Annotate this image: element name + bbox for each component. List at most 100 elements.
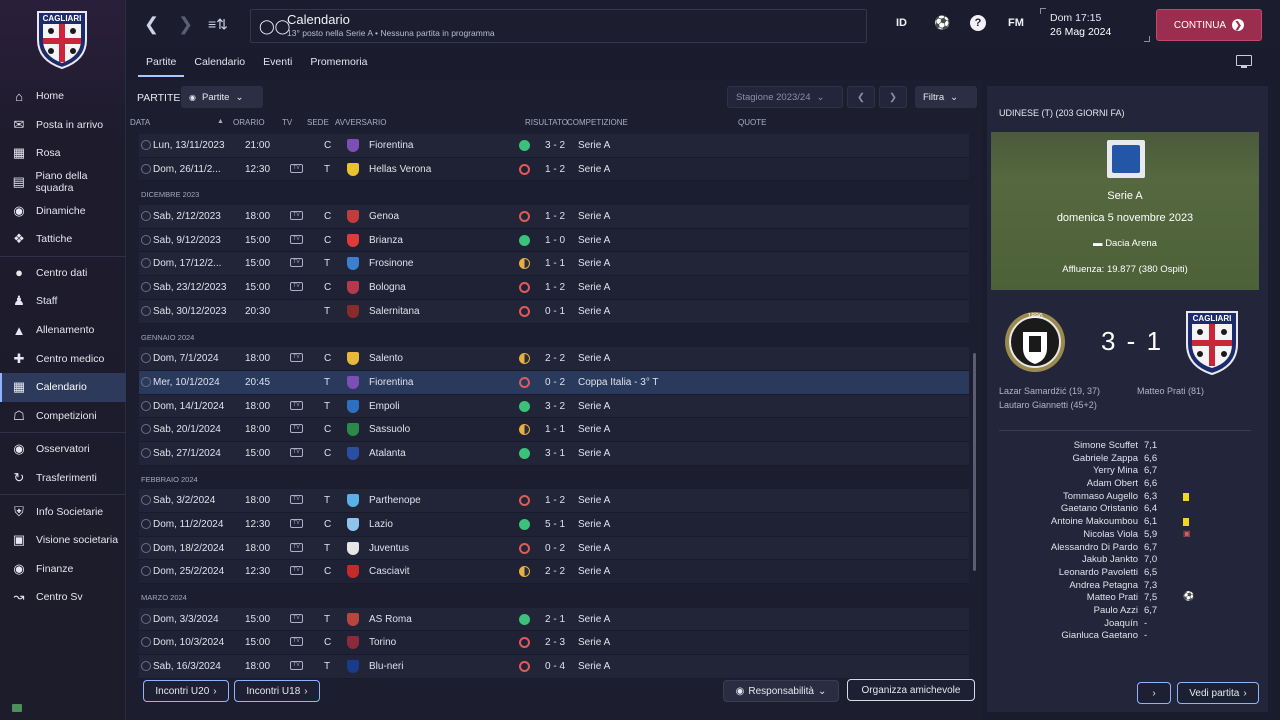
opponent-name[interactable]: Blu-neri [369,661,403,672]
col-tv[interactable]: TV [282,118,292,127]
player-row[interactable]: Antoine Makoumbou 6,1 [987,516,1268,529]
season-dropdown[interactable]: Stagione 2023/24 ⌄ [727,86,843,108]
select-check-icon[interactable] [141,566,151,577]
fixture-row[interactable]: Dom, 11/2/2024 12:30 TV C Lazio 5 - 1 Serie A [139,513,969,537]
back-icon[interactable]: ❮ [144,14,159,35]
opponent-name[interactable]: Salernitana [369,306,420,317]
opponent-name[interactable]: Hellas Verona [369,164,431,175]
fixture-row[interactable]: Dom, 17/12/2... 15:00 TV T Frosinone 1 - 1 Ser… [139,252,969,277]
opponent-name[interactable]: Genoa [369,211,399,222]
filter-dropdown[interactable]: Filtra ⌄ [915,86,977,108]
player-row[interactable]: Gaetano Oristanio 6,4 [987,503,1268,516]
select-check-icon[interactable] [141,542,151,553]
select-check-icon[interactable] [141,424,151,435]
sidebar-item-dinamiche[interactable]: ◉ Dinamiche [0,196,126,225]
sidebar-item-info-societarie[interactable]: ⛨ Info Societarie [0,497,126,526]
sidebar-item-trasferimenti[interactable]: ↻ Trasferimenti [0,464,126,493]
select-check-icon[interactable] [141,613,151,624]
sidebar-item-centro-medico[interactable]: ✚ Centro medico [0,344,126,373]
fixture-row[interactable]: Sab, 30/12/2023 20:30 T Salernitana 0 - 1 Ser… [139,299,969,324]
fixture-row[interactable]: Dom, 7/1/2024 18:00 TV C Salento 2 - 2 Serie A [139,347,969,371]
fixture-row[interactable]: Lun, 13/11/2023 21:00 C Fiorentina 3 - 2 Seri… [139,134,969,158]
sidebar-item-staff[interactable]: ♟ Staff [0,287,126,316]
sidebar-item-piano-della-squadra[interactable]: ▤ Piano della squadra [0,168,126,197]
next-season-button[interactable]: ❯ [879,86,907,108]
player-row[interactable]: Simone Scuffet 7,1 [987,440,1268,453]
player-row[interactable]: Matteo Prati 7,5 ⚽ [987,591,1268,605]
select-check-icon[interactable] [141,258,151,269]
col-sede[interactable]: SEDE [307,118,329,127]
select-check-icon[interactable] [141,400,151,411]
player-row[interactable]: Nicolas Viola 5,9 ▣ [987,529,1268,542]
player-row[interactable]: Jakub Jankto 7,0 [987,554,1268,567]
fixture-row[interactable]: Dom, 10/3/2024 15:00 TV C Torino 2 - 3 Serie A [139,631,969,656]
fm-button[interactable]: FM [1008,17,1024,29]
select-check-icon[interactable] [141,637,151,648]
monitor-icon[interactable] [1236,55,1252,68]
opponent-name[interactable]: Lazio [369,519,393,530]
continue-button[interactable]: CONTINUA ❯ [1156,9,1262,41]
select-check-icon[interactable] [141,661,151,672]
fixture-row[interactable]: Dom, 14/1/2024 18:00 TV T Empoli 3 - 2 Serie A [139,394,969,419]
col-competizione[interactable]: COMPETIZIONE [567,118,628,127]
club-logo[interactable]: CAGLIARI [34,6,90,70]
opponent-name[interactable]: Atalanta [369,448,406,459]
tab-promemoria[interactable]: Promemoria [302,52,375,74]
opponent-name[interactable]: Torino [369,637,396,648]
player-row[interactable]: Yerry Mina 6,7 [987,465,1268,478]
u18-button[interactable]: Incontri U18 › [234,680,320,702]
sidebar-item-visione-societaria[interactable]: ▣ Visione societaria [0,526,126,555]
col-orario[interactable]: ORARIO [233,118,265,127]
menu-sort-icon[interactable]: ≡⇅ [208,16,228,33]
opponent-name[interactable]: Bologna [369,282,406,293]
player-row[interactable]: Gianluca Gaetano - [987,630,1268,643]
fixture-row[interactable]: Sab, 23/12/2023 15:00 TV C Bologna 1 - 2 Serie… [139,276,969,300]
col-risultato[interactable]: RISULTATO [525,118,568,127]
select-check-icon[interactable] [141,140,151,150]
fixture-row[interactable]: Sab, 27/1/2024 15:00 TV C Atalanta 3 - 1 Serie… [139,441,969,466]
opponent-name[interactable]: Fiorentina [369,377,413,388]
fixture-row[interactable]: Sab, 2/12/2023 18:00 TV C Genoa 1 - 2 Serie A [139,205,969,229]
view-match-button[interactable]: Vedi partita › [1177,682,1259,704]
cagliari-badge[interactable]: CAGLIARI [1183,308,1239,376]
sidebar-item-finanze[interactable]: ◉ Finanze [0,555,126,584]
opponent-name[interactable]: Frosinone [369,258,413,269]
opponent-name[interactable]: Salento [369,353,403,364]
fixture-row[interactable]: Dom, 26/11/2... 12:30 TV T Hellas Verona 1 - … [139,157,969,182]
select-check-icon[interactable] [141,282,151,293]
fixture-row[interactable]: Sab, 3/2/2024 18:00 TV T Parthenope 1 - 2 Seri… [139,489,969,513]
tab-calendario[interactable]: Calendario [186,52,253,74]
view-dropdown[interactable]: ◉ Partite ⌄ [181,86,263,108]
select-check-icon[interactable] [141,519,151,529]
fixture-row[interactable]: Dom, 18/2/2024 18:00 TV T Juventus 0 - 2 Serie… [139,536,969,561]
select-check-icon[interactable] [141,376,151,387]
opponent-name[interactable]: Brianza [369,235,403,246]
fixture-row[interactable]: Dom, 3/3/2024 15:00 TV T AS Roma 2 - 1 Serie A [139,607,969,632]
fixture-row[interactable]: Mer, 10/1/2024 20:45 T Fiorentina 0 - 2 Coppa… [139,370,969,395]
u20-button[interactable]: Incontri U20 › [143,680,229,702]
opponent-name[interactable]: Empoli [369,401,400,412]
sidebar-item-home[interactable]: ⌂ Home [0,82,126,111]
responsibility-dropdown[interactable]: ◉ Responsabilità ⌄ [723,680,839,702]
udinese-badge[interactable]: 1896 [1005,308,1065,372]
opponent-name[interactable]: Casciavit [369,566,410,577]
id-button[interactable]: ID [896,17,907,29]
player-row[interactable]: Andrea Petagna 7,3 [987,580,1268,593]
opponent-name[interactable]: Parthenope [369,495,421,506]
ball-icon[interactable]: ⚽ [934,15,950,31]
forward-icon[interactable]: ❯ [178,14,193,35]
opponent-name[interactable]: Sassuolo [369,424,410,435]
player-row[interactable]: Paulo Azzi 6,7 [987,605,1268,618]
select-check-icon[interactable] [141,353,151,364]
fixture-row[interactable]: Sab, 9/12/2023 15:00 TV C Brianza 1 - 0 Serie … [139,228,969,253]
sidebar-item-centro-dati[interactable]: ● Centro dati [0,259,126,288]
sidebar-item-posta-in-arrivo[interactable]: ✉ Posta in arrivo [0,111,126,140]
player-row[interactable]: Adam Obert 6,6 [987,478,1268,491]
sidebar-item-osservatori[interactable]: ◉ Osservatori [0,435,126,464]
player-row[interactable]: Alessandro Di Pardo 6,7 [987,542,1268,555]
col-avversario[interactable]: AVVERSARIO [335,118,386,127]
col-quote[interactable]: QUOTE [738,118,766,127]
player-row[interactable]: Tommaso Augello 6,3 [987,491,1268,504]
select-check-icon[interactable] [141,305,151,316]
col-data[interactable]: DATA [130,118,150,127]
